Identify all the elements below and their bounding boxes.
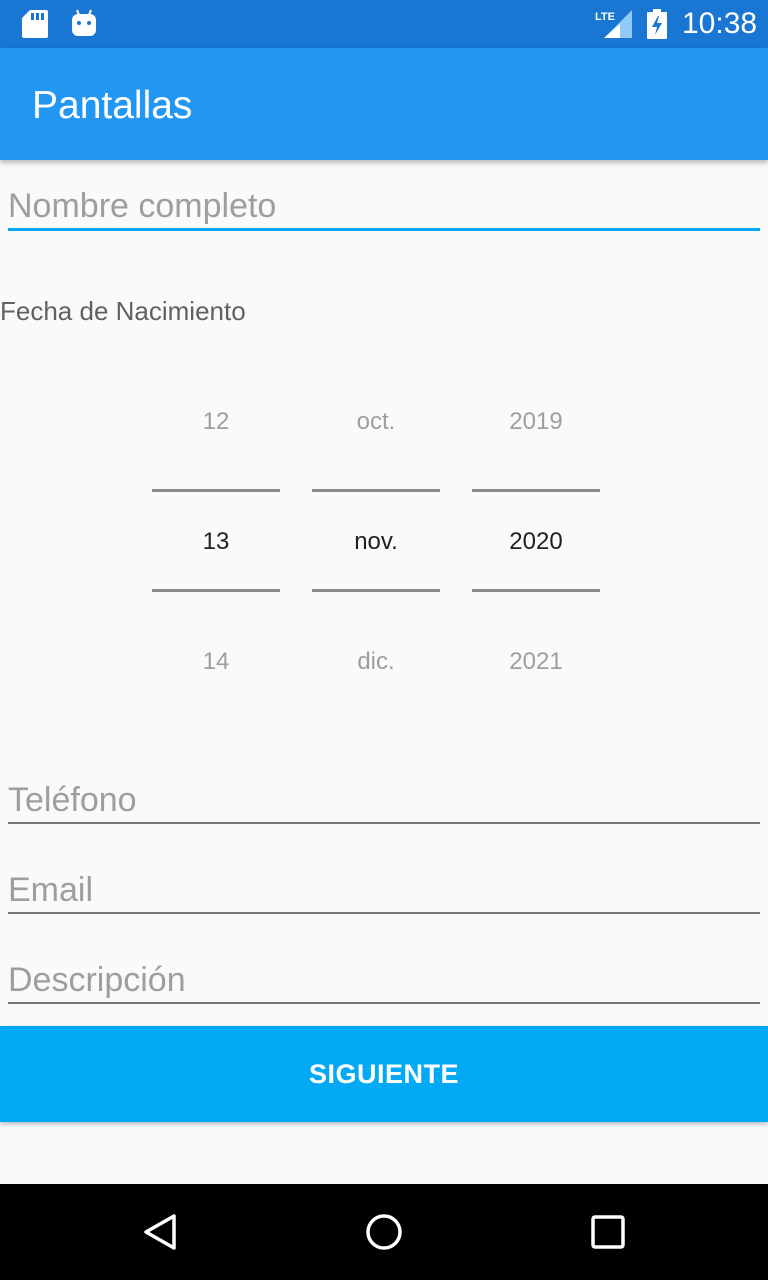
navigation-bar: [0, 1184, 768, 1280]
lte-signal-icon: LTE: [595, 10, 632, 38]
home-icon[interactable]: [360, 1208, 408, 1256]
recents-icon[interactable]: [584, 1208, 632, 1256]
day-prev[interactable]: 12: [152, 408, 280, 436]
phone-input[interactable]: [8, 778, 760, 822]
month-picker[interactable]: oct. nov. dic.: [312, 396, 440, 686]
picker-divider: [472, 489, 600, 492]
email-field: [8, 868, 760, 914]
full-name-field: [8, 184, 760, 231]
picker-divider: [312, 489, 440, 492]
picker-divider: [152, 589, 280, 592]
battery-charging-icon: [647, 9, 667, 39]
year-prev[interactable]: 2019: [472, 408, 600, 436]
sd-card-icon: [22, 10, 48, 38]
picker-divider: [312, 589, 440, 592]
month-current[interactable]: nov.: [312, 528, 440, 556]
back-icon[interactable]: [136, 1208, 184, 1256]
phone-field: [8, 778, 760, 824]
status-bar: LTE 10:38: [0, 0, 768, 48]
day-picker[interactable]: 12 13 14: [152, 396, 280, 686]
description-input[interactable]: [8, 958, 760, 1002]
full-name-input[interactable]: [8, 184, 760, 228]
day-next[interactable]: 14: [152, 648, 280, 676]
svg-text:LTE: LTE: [595, 11, 615, 23]
birthdate-label: Fecha de Nacimiento: [0, 296, 246, 326]
year-next[interactable]: 2021: [472, 648, 600, 676]
clock: 10:38: [682, 7, 758, 40]
month-next[interactable]: dic.: [312, 648, 440, 676]
description-field: [8, 958, 760, 1004]
year-current[interactable]: 2020: [472, 528, 600, 556]
android-icon: [72, 9, 96, 36]
year-picker[interactable]: 2019 2020 2021: [472, 396, 600, 686]
email-input[interactable]: [8, 868, 760, 912]
picker-divider: [152, 489, 280, 492]
day-current[interactable]: 13: [152, 528, 280, 556]
app-bar: Pantallas: [0, 48, 768, 160]
next-button[interactable]: SIGUIENTE: [0, 1026, 768, 1122]
month-prev[interactable]: oct.: [312, 408, 440, 436]
page-title: Pantallas: [32, 84, 193, 127]
picker-divider: [472, 589, 600, 592]
